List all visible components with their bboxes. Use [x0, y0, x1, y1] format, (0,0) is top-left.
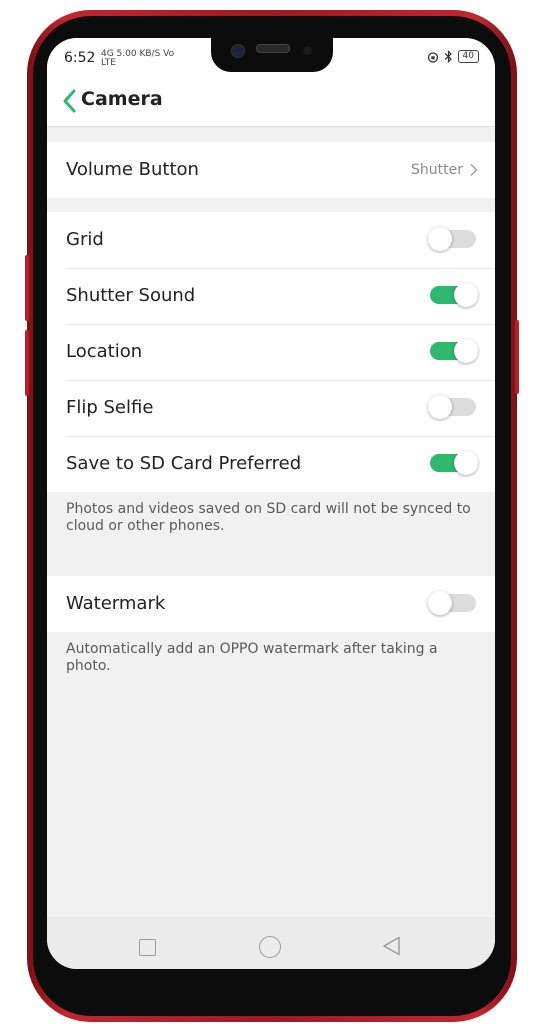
grid-row: Grid: [47, 212, 495, 268]
watermark-row: Watermark: [47, 576, 495, 632]
earpiece-speaker: [256, 44, 290, 53]
flip-selfie-label: Flip Selfie: [66, 397, 154, 418]
home-icon[interactable]: [259, 936, 281, 958]
network-indicator: 4G 5.00 KB/S Vo LTE: [101, 49, 175, 68]
nav-back-icon[interactable]: [381, 935, 403, 957]
save-sd-row: Save to SD Card Preferred: [47, 436, 495, 492]
shutter-sound-row: Shutter Sound: [47, 268, 495, 324]
chevron-right-icon: [470, 164, 478, 176]
volume-group: Volume Button Shutter: [47, 142, 495, 198]
status-bar: 6:52 4G 5.00 KB/S Vo LTE 40: [47, 38, 495, 78]
power-key: [515, 320, 519, 394]
volume-button-value: Shutter: [411, 162, 463, 178]
toggles-group: Grid Shutter Sound Location Flip Selfie …: [47, 212, 495, 492]
toggle-knob: [454, 451, 478, 475]
flip-selfie-row: Flip Selfie: [47, 380, 495, 436]
flip-selfie-toggle[interactable]: [428, 395, 476, 419]
navigation-bar: [47, 917, 495, 969]
volume-button-label: Volume Button: [66, 159, 199, 180]
shutter-sound-toggle[interactable]: [430, 283, 478, 307]
proximity-sensor: [303, 46, 312, 55]
watermark-note: Automatically add an OPPO watermark afte…: [66, 641, 438, 674]
watermark-label: Watermark: [66, 593, 166, 614]
status-icons: 40: [427, 50, 479, 63]
toggle-knob: [428, 227, 452, 251]
volume-button-row[interactable]: Volume Button Shutter: [47, 142, 495, 198]
save-sd-toggle[interactable]: [430, 451, 478, 475]
watermark-group: Watermark: [47, 576, 495, 632]
front-camera-icon: [231, 44, 245, 58]
save-sd-label: Save to SD Card Preferred: [66, 453, 302, 474]
page-title: Camera: [81, 88, 163, 110]
location-toggle[interactable]: [430, 339, 478, 363]
app-bar: Camera: [47, 78, 495, 127]
bluetooth-icon: [444, 50, 452, 63]
alarm-icon: [427, 51, 438, 63]
location-label: Location: [66, 341, 143, 362]
volume-down-key: [25, 330, 29, 396]
volume-up-key: [25, 255, 29, 321]
toggle-knob: [454, 283, 478, 307]
watermark-toggle[interactable]: [428, 591, 476, 615]
back-arrow-icon[interactable]: [60, 86, 82, 116]
screen: 6:52 4G 5.00 KB/S Vo LTE 40 Camera Volum…: [47, 38, 495, 969]
battery-icon: 40: [457, 50, 479, 63]
toggle-knob: [428, 591, 452, 615]
recent-apps-icon[interactable]: [139, 939, 156, 956]
grid-label: Grid: [66, 229, 104, 250]
status-time: 6:52: [64, 50, 96, 66]
toggle-knob: [428, 395, 452, 419]
toggle-knob: [454, 339, 478, 363]
sd-card-note: Photos and videos saved on SD card will …: [66, 501, 471, 534]
grid-toggle[interactable]: [428, 227, 476, 251]
location-row: Location: [47, 324, 495, 380]
camera-notch: [211, 38, 333, 72]
shutter-sound-label: Shutter Sound: [66, 285, 196, 306]
